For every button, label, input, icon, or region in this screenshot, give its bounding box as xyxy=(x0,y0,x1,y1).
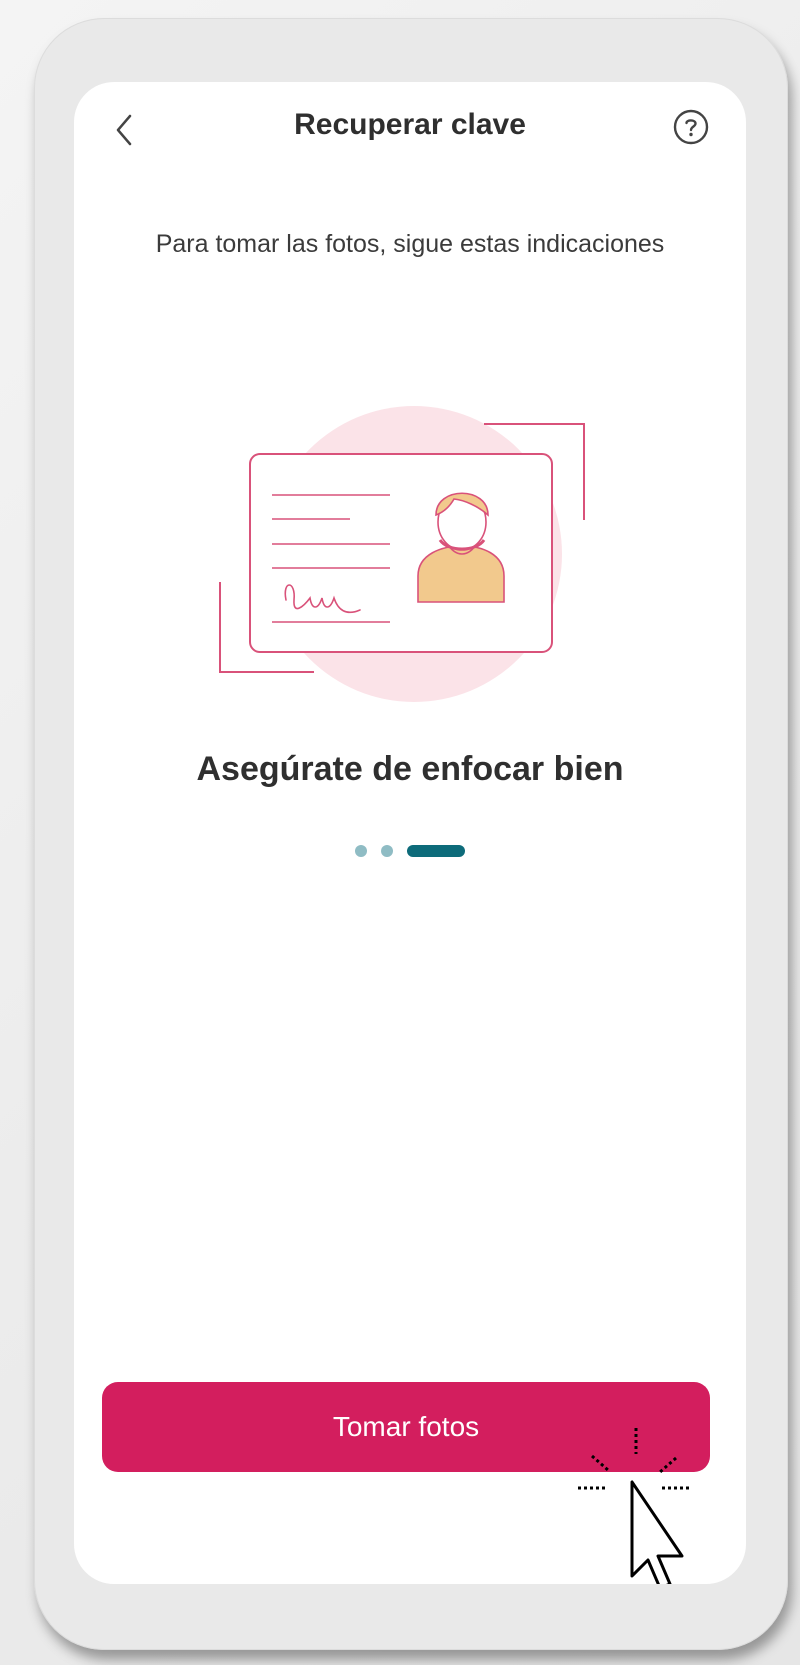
instructions-subtitle: Para tomar las fotos, sigue estas indica… xyxy=(155,230,665,258)
app-screen: Recuperar clave Para tomar las fotos, si… xyxy=(74,82,746,1584)
pointer-cursor-icon xyxy=(578,1428,692,1584)
pagination-dot[interactable] xyxy=(354,844,367,857)
carousel-pagination xyxy=(74,842,746,860)
carousel-heading: Asegúrate de enfocar bien xyxy=(196,750,624,788)
id-card-focus-illustration xyxy=(219,406,585,702)
question-circle-icon[interactable] xyxy=(672,108,710,146)
page-title: Recuperar clave xyxy=(294,108,526,141)
pagination-dot-active[interactable] xyxy=(407,844,466,857)
pagination-dot[interactable] xyxy=(381,844,393,857)
header-bar: Recuperar clave xyxy=(74,82,746,172)
